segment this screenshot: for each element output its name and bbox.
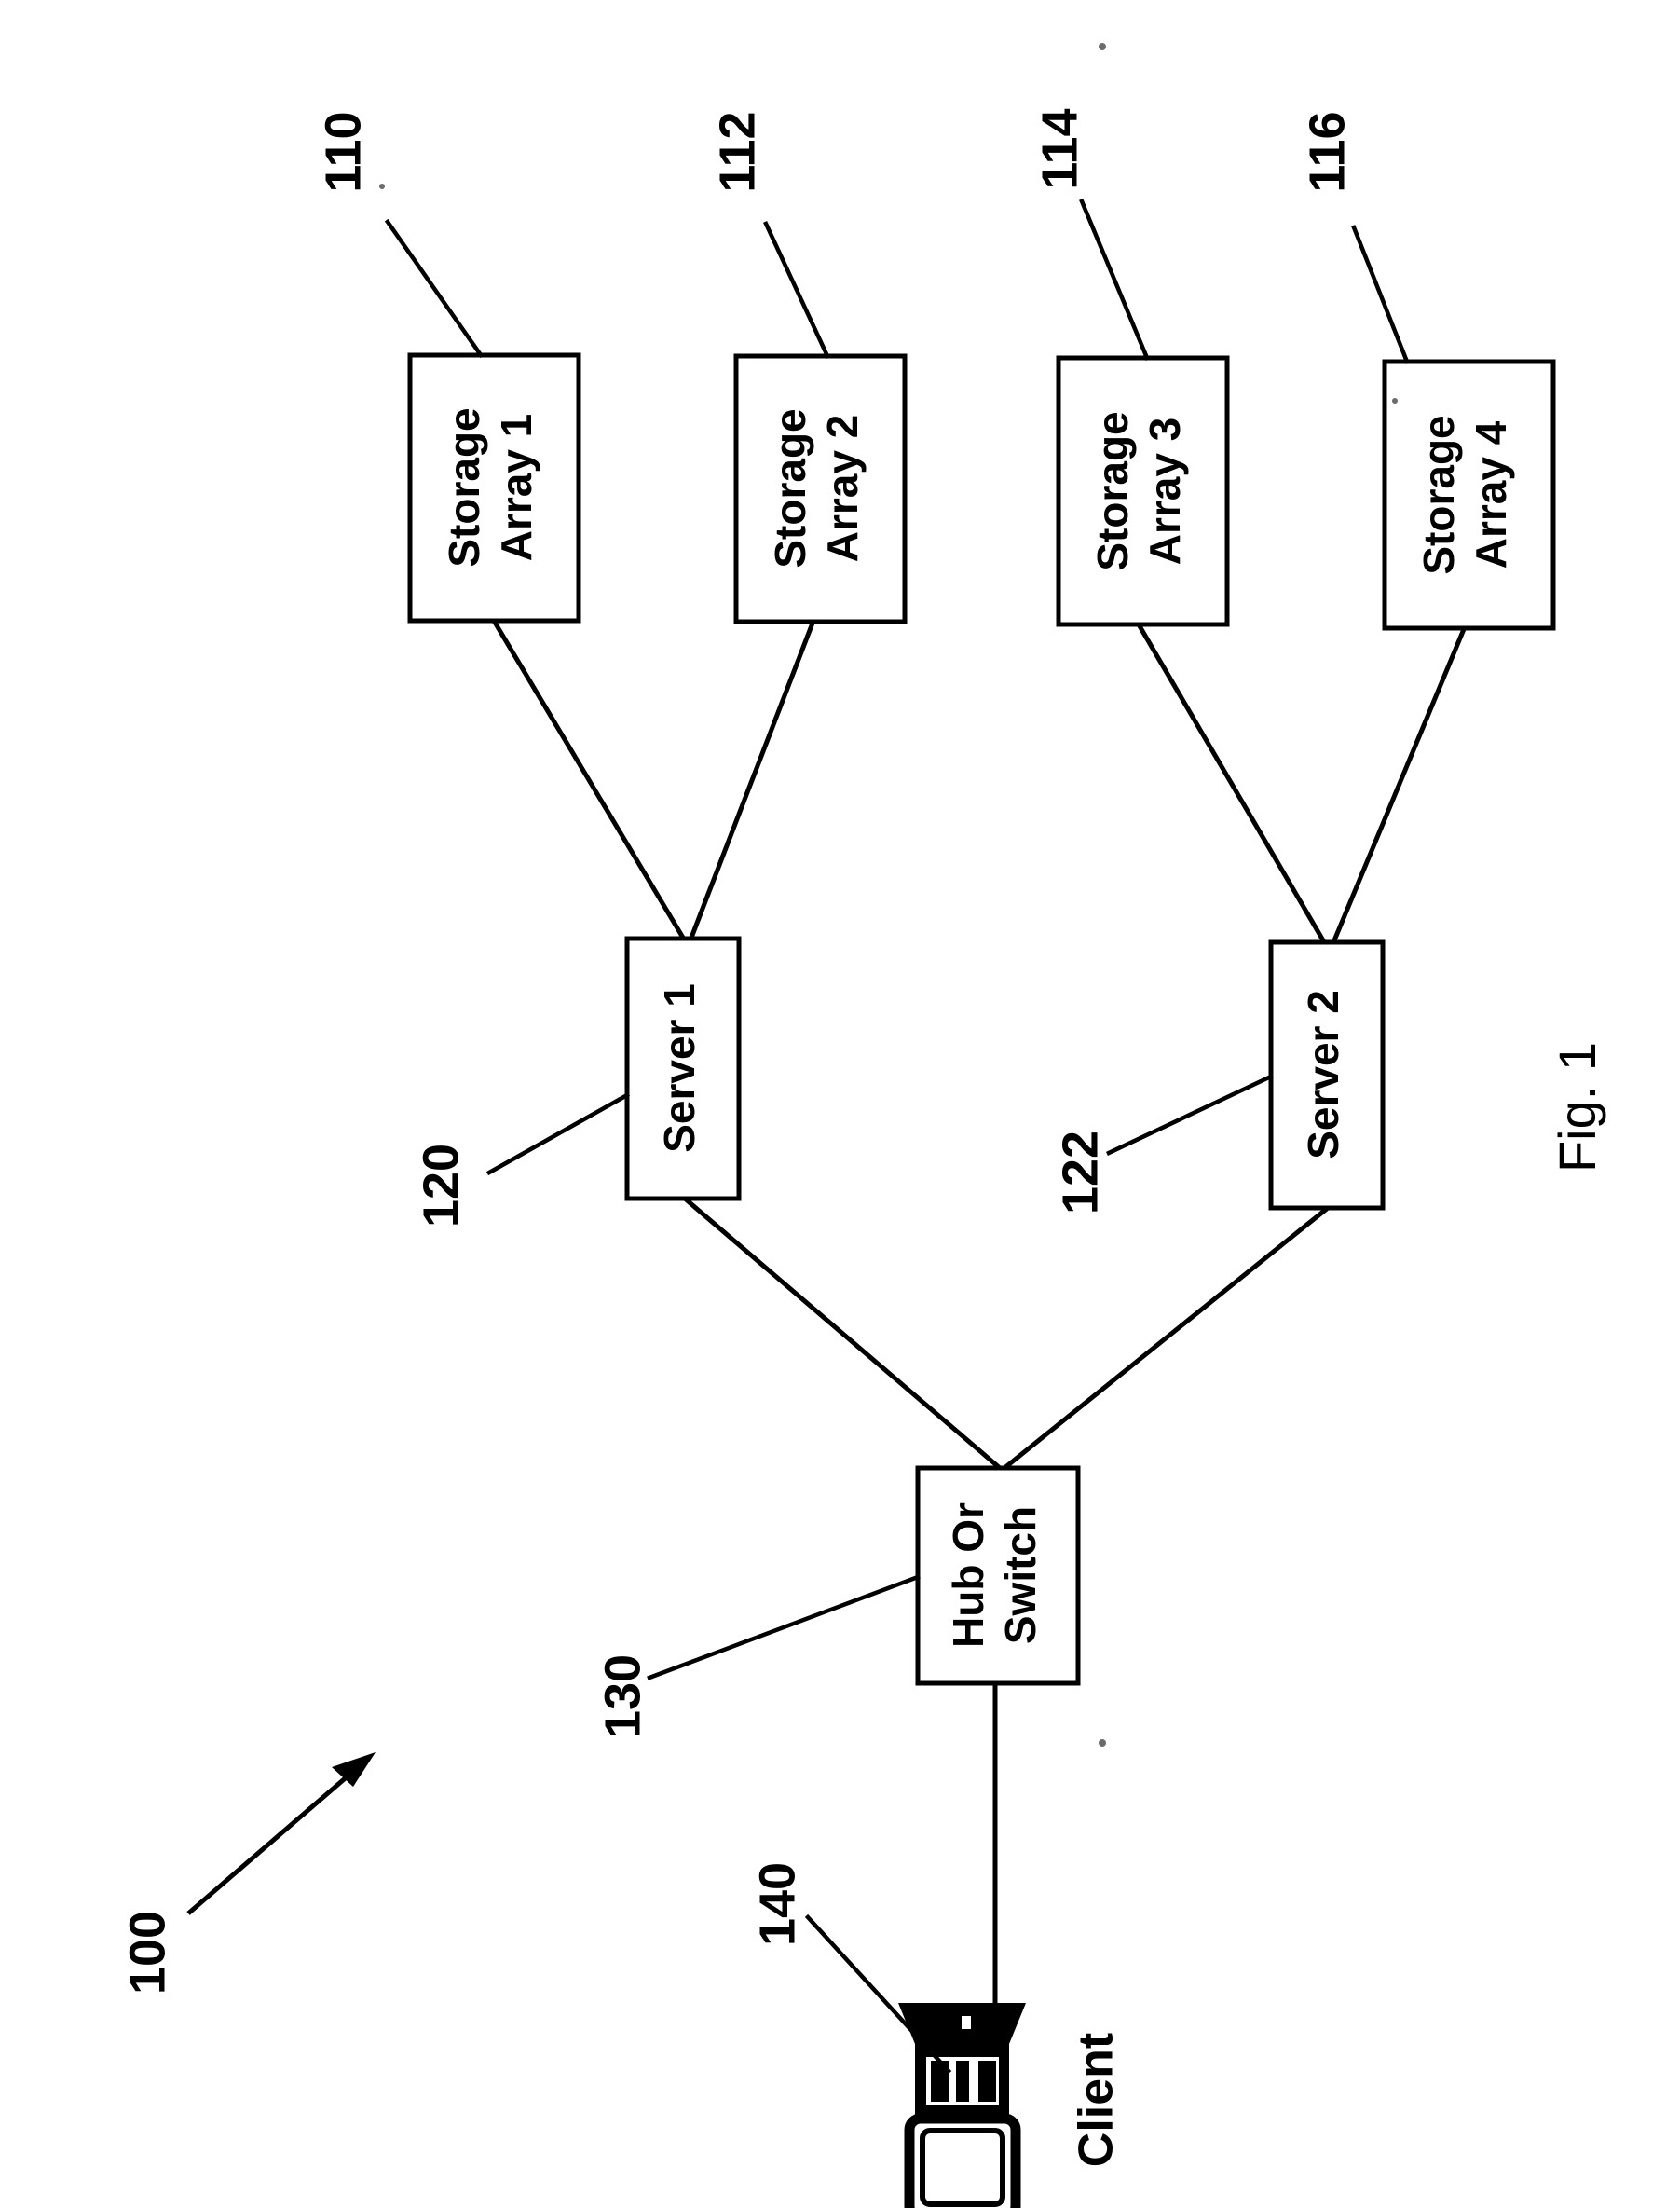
scan-speck	[1392, 398, 1398, 404]
scan-speck	[1099, 43, 1106, 50]
storage-array-1-node[interactable]: Storage Array 1 110	[315, 111, 581, 624]
computer-monitor-screen	[920, 2128, 1005, 2207]
desktop-computer-icon[interactable]	[898, 2003, 1026, 2208]
client-label: Client	[1070, 2033, 1124, 2167]
storage-array-2-leader	[763, 221, 830, 359]
storage-array-3-node[interactable]: Storage Array 3 114	[1031, 108, 1230, 627]
hub-or-switch-label-line2: Switch	[996, 1506, 1045, 1644]
hub-or-switch-label-line1: Hub Or	[944, 1502, 992, 1648]
storage-array-3-label-line1: Storage	[1088, 411, 1137, 570]
system-reference-callout: 100	[119, 1752, 376, 1995]
scan-speck	[1099, 1739, 1106, 1747]
storage-array-4-label-line2: Array 4	[1467, 420, 1515, 569]
server-2-node[interactable]: Server 2 122	[1052, 939, 1386, 1214]
patent-figure-page: Storage Array 1 110 Storage Array 2 112	[0, 0, 1680, 2208]
storage-array-1-leader	[384, 218, 485, 359]
client-ref: 140	[749, 1862, 805, 1946]
system-reference-label: 100	[119, 1911, 175, 1995]
storage-array-4-label-line1: Storage	[1414, 415, 1463, 574]
figure-caption-text: Fig. 1	[1548, 1042, 1606, 1173]
server-2-ref: 122	[1052, 1131, 1108, 1214]
storage-array-1-ref: 110	[315, 111, 371, 192]
storage-array-1-label-line1: Storage	[440, 407, 488, 567]
server-1-node[interactable]: Server 1 120	[413, 936, 742, 1227]
storage-array-4-node[interactable]: Storage Array 4 116	[1299, 111, 1556, 631]
computer-power-indicator	[958, 2012, 975, 2033]
computer-drive-slot-3	[978, 2061, 996, 2102]
client-leader	[804, 1913, 952, 2075]
client-node[interactable]: Client 140	[749, 1862, 1124, 2208]
server-1-label: Server 1	[655, 983, 703, 1153]
hub-or-switch-leader	[647, 1574, 921, 1680]
figure-1-canvas: Storage Array 1 110 Storage Array 2 112	[119, 43, 1606, 2208]
system-reference-arrow-shaft	[186, 1767, 358, 1915]
connection-lines	[490, 617, 1468, 2037]
server-1-ref: 120	[413, 1144, 469, 1227]
hub-or-switch-ref: 130	[594, 1654, 650, 1738]
server-2-leader	[1106, 1074, 1274, 1156]
connection-server1-hub	[681, 1195, 1004, 1472]
storage-array-4-ref: 116	[1299, 111, 1355, 192]
connection-storage2-server1	[688, 617, 817, 941]
storage-array-2-ref: 112	[709, 111, 765, 192]
figure-caption: Fig. 1	[1548, 1042, 1606, 1173]
computer-drive-slot-2	[956, 2061, 969, 2102]
server-2-label: Server 2	[1299, 990, 1347, 1159]
connection-storage4-server2	[1331, 625, 1468, 944]
server-1-leader	[485, 1091, 631, 1176]
connection-server2-hub	[1001, 1204, 1332, 1472]
storage-array-3-ref: 114	[1031, 108, 1087, 189]
scan-speck	[379, 184, 385, 189]
storage-array-4-leader	[1351, 225, 1410, 364]
storage-array-3-label-line2: Array 3	[1140, 418, 1189, 566]
storage-array-2-node[interactable]: Storage Array 2 112	[709, 111, 908, 624]
storage-array-3-leader	[1079, 199, 1150, 361]
storage-array-2-label-line1: Storage	[766, 408, 814, 568]
connection-storage1-server1	[490, 617, 687, 941]
storage-array-1-label-line2: Array 1	[492, 414, 540, 562]
storage-array-2-label-line2: Array 2	[818, 415, 867, 563]
connection-storage3-server2	[1135, 621, 1327, 944]
hub-or-switch-node[interactable]: Hub Or Switch 130	[594, 1465, 1081, 1738]
scan-artifacts	[379, 43, 1398, 1747]
